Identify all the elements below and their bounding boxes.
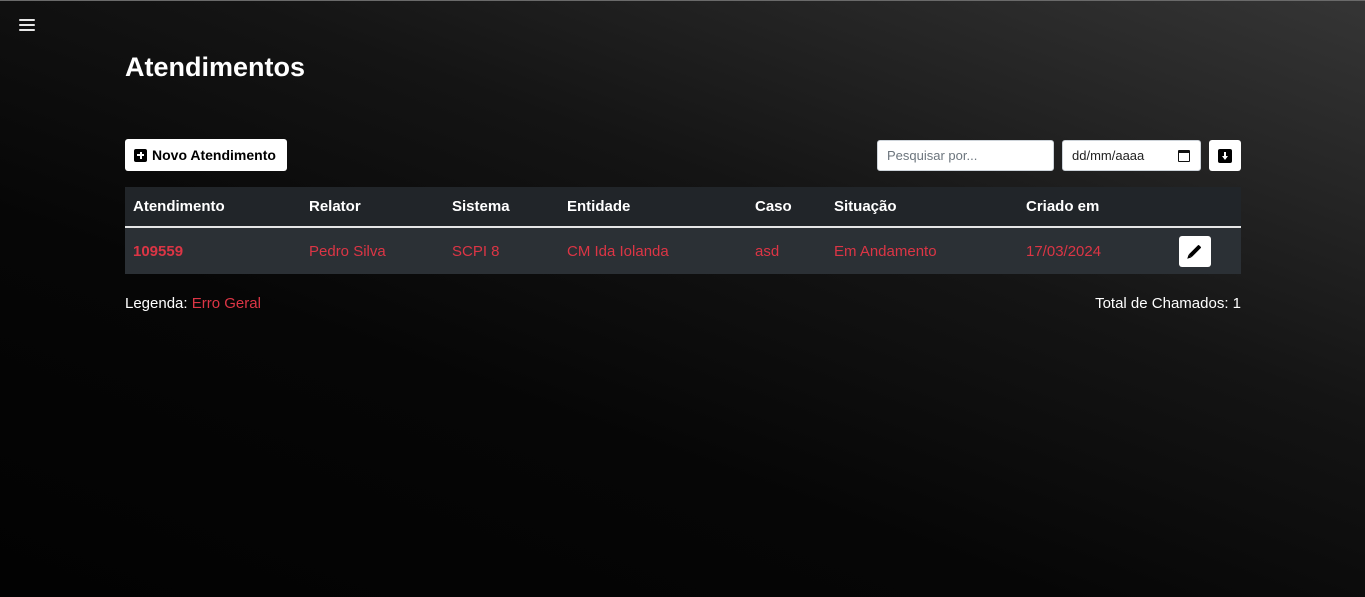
table-header-row: Atendimento Relator Sistema Entidade Cas… xyxy=(125,187,1241,227)
cell-atendimento[interactable]: 109559 xyxy=(125,227,301,274)
table-row[interactable]: 109559 Pedro Silva SCPI 8 CM Ida Iolanda… xyxy=(125,227,1241,274)
column-header-sistema[interactable]: Sistema xyxy=(444,187,559,227)
legend-label: Legenda: xyxy=(125,295,188,312)
column-header-caso[interactable]: Caso xyxy=(747,187,826,227)
page-title: Atendimentos xyxy=(125,52,306,82)
hamburger-menu-icon[interactable] xyxy=(19,19,35,33)
column-header-atendimento[interactable]: Atendimento xyxy=(125,187,301,227)
total-count: Total de Chamados: 1 xyxy=(1095,295,1241,312)
column-header-criado-em[interactable]: Criado em xyxy=(1018,187,1167,227)
search-input[interactable] xyxy=(877,140,1054,171)
calendar-icon[interactable] xyxy=(1178,149,1190,162)
date-placeholder: dd/mm/aaaa xyxy=(1072,148,1145,163)
edit-button[interactable] xyxy=(1179,235,1211,267)
cell-caso: asd xyxy=(755,242,780,260)
cell-criado-em: 17/03/2024 xyxy=(1026,242,1102,260)
cell-sistema: SCPI 8 xyxy=(452,242,500,260)
column-header-entidade[interactable]: Entidade xyxy=(559,187,747,227)
download-button[interactable] xyxy=(1209,140,1241,171)
legend: Legenda: Erro Geral xyxy=(125,295,261,312)
atendimentos-table: Atendimento Relator Sistema Entidade Cas… xyxy=(125,187,1241,274)
new-atendimento-label: Novo Atendimento xyxy=(152,147,276,163)
cell-situacao: Em Andamento xyxy=(834,242,937,260)
cell-actions xyxy=(1167,227,1241,274)
column-header-relator[interactable]: Relator xyxy=(301,187,444,227)
plus-square-icon xyxy=(134,148,147,162)
new-atendimento-button[interactable]: Novo Atendimento xyxy=(125,139,287,171)
cell-relator: Pedro Silva xyxy=(309,242,386,260)
toolbar: Novo Atendimento dd/mm/aaaa xyxy=(125,139,1241,171)
column-header-actions xyxy=(1167,187,1241,227)
column-header-situacao[interactable]: Situação xyxy=(826,187,1018,227)
download-icon xyxy=(1218,148,1232,163)
date-input[interactable]: dd/mm/aaaa xyxy=(1062,140,1201,171)
pencil-icon xyxy=(1188,244,1202,258)
cell-entidade: CM Ida Iolanda xyxy=(567,242,669,260)
legend-value: Erro Geral xyxy=(191,295,261,312)
